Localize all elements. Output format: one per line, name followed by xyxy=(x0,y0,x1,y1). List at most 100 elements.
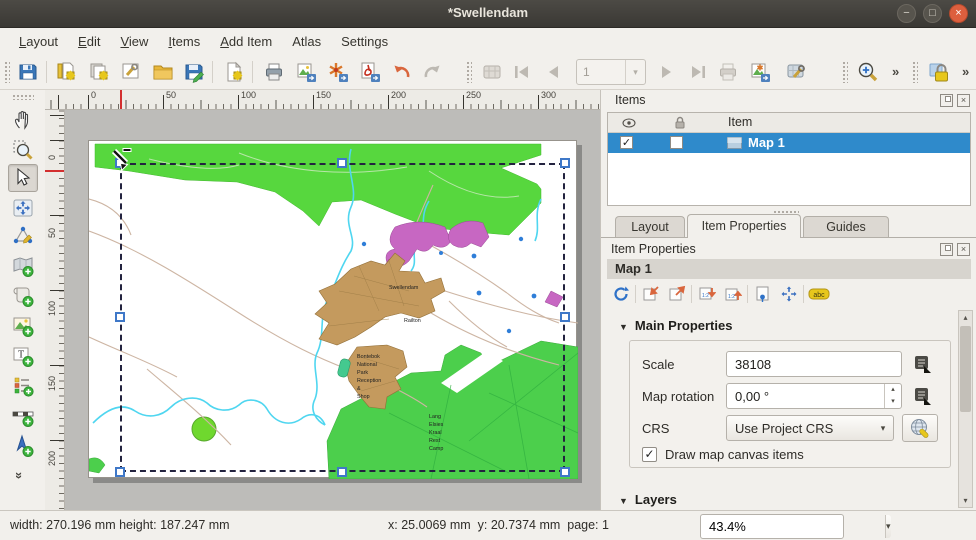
rotation-override-button[interactable] xyxy=(910,385,936,407)
crs-select-button[interactable] xyxy=(902,414,938,442)
menu-layout[interactable]: Layout xyxy=(10,31,67,52)
save-project-button[interactable] xyxy=(14,58,42,86)
map-rotation-field[interactable]: ▴ ▾ xyxy=(726,383,902,409)
crs-combobox[interactable]: Use Project CRS ▾ xyxy=(726,415,894,441)
scroll-up-icon[interactable]: ▴ xyxy=(959,311,972,324)
select-move-item-tool-button[interactable] xyxy=(8,164,38,192)
selection-handle-sw[interactable] xyxy=(115,467,125,477)
layers-section[interactable]: ▼Layers xyxy=(619,492,677,507)
zoom-level-combobox[interactable]: ▾ xyxy=(700,514,844,539)
zoom-dropdown-icon[interactable]: ▾ xyxy=(885,515,891,538)
toolbar-grip[interactable] xyxy=(912,61,918,83)
atlas-page-combobox[interactable]: ▾ xyxy=(576,59,646,85)
vertical-ruler[interactable]: 0 50 100 150 200 xyxy=(45,110,65,510)
atlas-preview-button[interactable] xyxy=(478,58,506,86)
atlas-last-feature-button[interactable] xyxy=(684,58,712,86)
export-image-button[interactable] xyxy=(292,58,320,86)
spin-up-icon[interactable]: ▴ xyxy=(885,384,901,396)
lock-items-button[interactable] xyxy=(926,58,954,86)
selection-handle-w[interactable] xyxy=(115,312,125,322)
atlas-previous-feature-button[interactable] xyxy=(540,58,568,86)
main-properties-section[interactable]: ▼Main Properties xyxy=(619,318,732,333)
selection-handle-n[interactable] xyxy=(337,158,347,168)
spin-down-icon[interactable]: ▾ xyxy=(885,396,901,408)
selection-handle-e[interactable] xyxy=(560,312,570,322)
labeling-settings-button[interactable]: abc xyxy=(807,283,831,305)
tab-layout[interactable]: Layout xyxy=(615,216,685,238)
menu-view[interactable]: View xyxy=(111,31,157,52)
layout-manager-button[interactable] xyxy=(117,58,145,86)
tab-guides[interactable]: Guides xyxy=(803,216,889,238)
zoom-in-button[interactable] xyxy=(854,58,882,86)
zoom-tool-button[interactable] xyxy=(8,136,38,164)
atlas-settings-button[interactable] xyxy=(782,58,810,86)
toolbar-grip[interactable] xyxy=(842,61,848,83)
atlas-page-dropdown-icon[interactable]: ▾ xyxy=(625,60,645,84)
print-atlas-button[interactable] xyxy=(714,58,742,86)
selection-handle-ne[interactable] xyxy=(560,158,570,168)
print-button[interactable] xyxy=(260,58,288,86)
items-row-map1[interactable]: ✓ Map 1 xyxy=(608,133,970,153)
open-template-button[interactable] xyxy=(149,58,177,86)
spin-buttons[interactable]: ▴ ▾ xyxy=(884,384,901,408)
add-legend-button[interactable] xyxy=(8,372,38,400)
add-pages-button[interactable] xyxy=(220,58,248,86)
move-content-tool-button[interactable] xyxy=(8,194,38,222)
scroll-down-icon[interactable]: ▾ xyxy=(959,494,972,507)
add-scalebar-button[interactable] xyxy=(8,402,38,430)
draw-canvas-items-checkbox[interactable]: ✓ xyxy=(642,447,657,462)
menu-add-item[interactable]: Add Item xyxy=(211,31,281,52)
menu-edit[interactable]: Edit xyxy=(69,31,109,52)
export-atlas-button[interactable] xyxy=(746,58,774,86)
lock-checkbox[interactable] xyxy=(670,136,683,149)
close-panel-button[interactable]: × xyxy=(957,243,970,256)
add-3d-map-button[interactable] xyxy=(8,282,38,310)
scale-override-button[interactable] xyxy=(910,353,936,375)
refresh-map-button[interactable] xyxy=(609,283,633,305)
toolbox-overflow-chevron[interactable]: » xyxy=(12,472,27,479)
scrollbar-thumb[interactable] xyxy=(960,326,971,412)
set-extent-to-canvas-button[interactable] xyxy=(639,283,663,305)
map-item-selection[interactable] xyxy=(120,163,565,472)
pan-tool-button[interactable] xyxy=(8,106,38,134)
toolbar-grip[interactable] xyxy=(4,61,10,83)
set-canvas-scale-button[interactable]: 1:2 xyxy=(721,283,745,305)
export-svg-button[interactable] xyxy=(324,58,352,86)
atlas-first-feature-button[interactable] xyxy=(508,58,536,86)
view-extent-in-canvas-button[interactable] xyxy=(665,283,689,305)
menu-atlas[interactable]: Atlas xyxy=(283,31,330,52)
properties-scrollbar[interactable]: ▴ ▾ xyxy=(958,310,973,508)
undo-button[interactable] xyxy=(388,58,416,86)
toolbar-overflow-chevron[interactable]: » xyxy=(892,64,899,79)
maximize-button[interactable]: □ xyxy=(923,4,942,23)
horizontal-ruler[interactable]: 0 50 100 150 200 250 300 xyxy=(45,90,600,110)
toolbar-grip[interactable] xyxy=(466,61,472,83)
scale-field[interactable] xyxy=(726,351,902,377)
edit-nodes-tool-button[interactable] xyxy=(8,222,38,250)
close-button[interactable]: × xyxy=(949,4,968,23)
menu-settings[interactable]: Settings xyxy=(332,31,397,52)
new-layout-button[interactable] xyxy=(52,58,80,86)
visibility-checkbox[interactable]: ✓ xyxy=(620,136,633,149)
selection-handle-se[interactable] xyxy=(560,467,570,477)
toolbar-grip[interactable] xyxy=(12,94,34,100)
atlas-next-feature-button[interactable] xyxy=(652,58,680,86)
toolbar-overflow-chevron[interactable]: » xyxy=(962,64,969,79)
set-scale-from-canvas-button[interactable]: 1:2 xyxy=(695,283,719,305)
layout-canvas[interactable]: Swellendam Railton Bontebok National Par… xyxy=(65,110,600,510)
redo-button[interactable] xyxy=(418,58,446,86)
atlas-page-input[interactable] xyxy=(577,60,625,84)
float-panel-button[interactable] xyxy=(940,94,953,107)
selection-handle-s[interactable] xyxy=(337,467,347,477)
export-pdf-button[interactable] xyxy=(356,58,384,86)
float-panel-button[interactable] xyxy=(940,243,953,256)
add-label-button[interactable]: T xyxy=(8,342,38,370)
add-north-arrow-button[interactable] xyxy=(8,432,38,460)
duplicate-layout-button[interactable] xyxy=(85,58,113,86)
zoom-level-input[interactable] xyxy=(701,515,885,538)
add-map-button[interactable] xyxy=(8,252,38,280)
close-panel-button[interactable]: × xyxy=(957,94,970,107)
minimize-button[interactable]: − xyxy=(897,4,916,23)
tab-item-properties[interactable]: Item Properties xyxy=(687,214,801,238)
interactive-extent-button[interactable] xyxy=(751,283,775,305)
